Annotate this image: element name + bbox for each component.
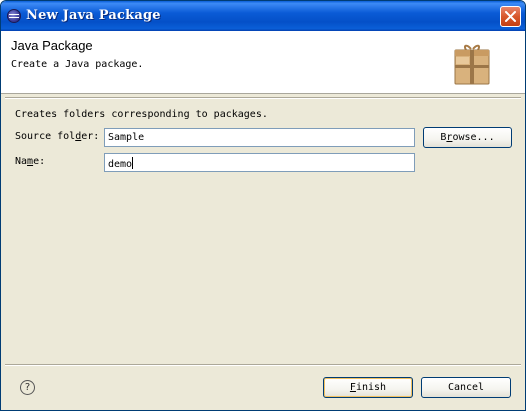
title-bar[interactable]: New Java Package xyxy=(1,1,525,31)
source-folder-label: Source folder: xyxy=(15,131,100,142)
package-icon xyxy=(454,44,490,85)
page-title: Java Package xyxy=(11,38,93,53)
page-description: Create a Java package. xyxy=(11,59,144,70)
header-banner: Java Package Create a Java package. xyxy=(1,31,525,94)
text-caret xyxy=(132,157,134,169)
window-title: New Java Package xyxy=(26,8,161,23)
eclipse-icon xyxy=(7,9,21,23)
info-text: Creates folders corresponding to package… xyxy=(15,109,268,120)
help-icon[interactable]: ? xyxy=(20,380,35,395)
dialog-window: New Java Package Java Package Create a J… xyxy=(0,0,526,411)
header-separator xyxy=(5,97,521,99)
cancel-button[interactable]: Cancel xyxy=(421,377,511,398)
close-button[interactable] xyxy=(500,6,521,27)
close-icon xyxy=(505,11,516,22)
finish-button[interactable]: Finish xyxy=(323,377,413,398)
name-input[interactable]: demo xyxy=(104,153,415,172)
footer-separator xyxy=(5,364,521,366)
name-label: Name: xyxy=(15,156,46,167)
browse-button[interactable]: Browse... xyxy=(423,127,512,148)
source-folder-input[interactable]: Sample xyxy=(104,128,415,147)
